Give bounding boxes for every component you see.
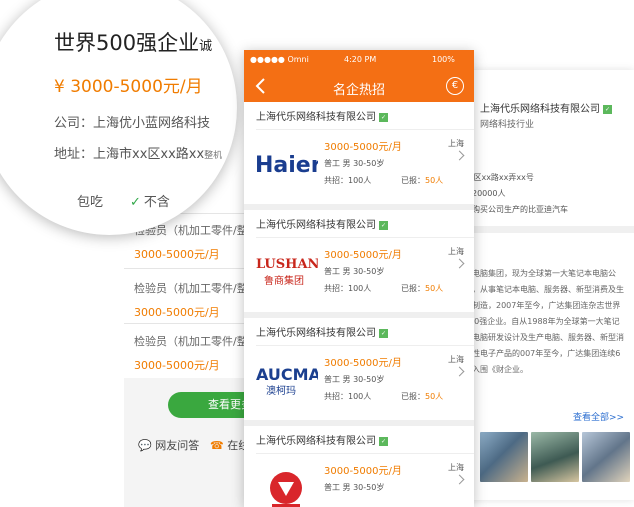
view-all-link[interactable]: 查看全部>> xyxy=(573,410,624,423)
qa-label: 网友问答 xyxy=(155,439,200,452)
job-list-item[interactable]: 检验员（机加工零件/整机 3000-5000元/月 xyxy=(134,280,259,320)
card-company: 上海代乐网络科技有限公司 ✓ xyxy=(256,112,388,123)
company-photos xyxy=(480,432,630,482)
card-recruit: 共招：100人 xyxy=(324,284,372,293)
phone-icon: ☎ xyxy=(210,439,224,452)
clock: 4:20 PM xyxy=(344,55,377,64)
company-industry: 网络科技行业 xyxy=(480,120,535,130)
card-salary: 3000-5000元/月 xyxy=(324,358,402,369)
verified-icon: ✓ xyxy=(379,221,388,230)
svg-text:LUSHANG: LUSHANG xyxy=(256,257,318,272)
company-info-line: 向购买公司生产的比亚迪汽车 xyxy=(464,205,568,214)
card-city: 上海 xyxy=(448,355,464,364)
job-salary-large: ¥ 3000-5000元/月 xyxy=(54,77,203,97)
divider xyxy=(124,323,248,324)
company-photo[interactable] xyxy=(582,432,630,482)
card-meta: 普工 男 30-50岁 xyxy=(324,267,385,276)
job-salary: 3000-5000元/月 xyxy=(134,248,220,261)
emblem-logo xyxy=(270,472,302,507)
card-city: 上海 xyxy=(448,463,464,472)
company-description: 达电脑集团，现为全球第一大笔记本电脑公司，从事笔记本电脑、服务器、新型消费及生产… xyxy=(464,269,624,374)
chevron-right-icon xyxy=(454,150,465,161)
card-applied: 已报：50人 xyxy=(401,284,444,293)
card-company: 上海代乐网络科技有限公司 ✓ xyxy=(256,436,388,447)
card-recruit: 共招：100人 xyxy=(324,176,372,185)
svg-text:鲁商集团: 鲁商集团 xyxy=(264,274,304,287)
card-meta: 普工 男 30-50岁 xyxy=(324,375,385,384)
job-card[interactable]: 上海代乐网络科技有限公司 ✓ 3000-5000元/月 普工 男 30-50岁 上… xyxy=(244,426,474,507)
job-title: 检验员（机加工零件/整机 xyxy=(134,282,259,295)
card-city: 上海 xyxy=(448,139,464,148)
card-meta: 普工 男 30-50岁 xyxy=(324,159,385,168)
nav-bar: 名企热招 € xyxy=(244,70,474,106)
card-meta: 普工 男 30-50岁 xyxy=(324,483,385,492)
qa-link[interactable]: 💬 网友问答 xyxy=(138,437,199,453)
card-salary: 3000-5000元/月 xyxy=(324,250,402,261)
card-recruit: 共招：100人 xyxy=(324,392,372,401)
section-divider xyxy=(464,226,634,233)
food-label: 包吃 xyxy=(77,195,104,210)
card-salary: 3000-5000元/月 xyxy=(324,142,402,153)
card-city: 上海 xyxy=(448,247,464,256)
job-card[interactable]: 上海代乐网络科技有限公司✓ LUSHANG 鲁商集团 3000-5000元/月 普… xyxy=(244,210,474,312)
company-line: 公司：上海优小蓝网络科技 xyxy=(54,116,211,131)
card-applied: 已报：50人 xyxy=(401,392,444,401)
divider xyxy=(124,268,248,269)
magnifier-circle: 世界500强企业诚 ¥ 3000-5000元/月 公司：上海优小蓝网络科技 地址… xyxy=(0,0,237,235)
verified-icon: ✓ xyxy=(603,105,612,114)
divider xyxy=(256,129,474,130)
company-photo[interactable] xyxy=(531,432,579,482)
svg-text:Haier: Haier xyxy=(255,153,318,178)
lushang-logo: LUSHANG 鲁商集团 xyxy=(256,257,318,287)
company-photo[interactable] xyxy=(480,432,528,482)
divider xyxy=(256,453,474,454)
chevron-right-icon xyxy=(454,366,465,377)
card-company: 上海代乐网络科技有限公司 ✓ xyxy=(256,220,388,231)
verified-icon: ✓ xyxy=(379,113,388,122)
check-icon: ✓ xyxy=(130,195,141,210)
company-name: 上海代乐网络科技有限公司 ✓ xyxy=(480,104,612,115)
job-card[interactable]: 上海代乐网络科技有限公司 ✓ Haier 3000-5000元/月 普工 男 30… xyxy=(244,102,474,204)
phone-screen: ●●●●● Omni 4:20 PM 100% 名企热招 € 上海代乐网络科技有… xyxy=(244,50,474,507)
share-icon[interactable]: € xyxy=(446,77,464,95)
job-card[interactable]: 上海代乐网络科技有限公司 ✓ AUCMA 澳柯玛 3000-5000元/月 普工 男… xyxy=(244,318,474,420)
chat-icon: 💬 xyxy=(138,439,152,452)
card-applied: 已报：50人 xyxy=(401,176,444,185)
status-bar: ●●●●● Omni 4:20 PM 100% xyxy=(244,50,474,70)
svg-text:澳柯玛: 澳柯玛 xyxy=(266,384,296,397)
food-value: ✓ 不含 xyxy=(130,195,170,210)
divider xyxy=(256,345,474,346)
card-salary: 3000-5000元/月 xyxy=(324,466,402,477)
job-salary: 3000-5000元/月 xyxy=(134,306,220,319)
job-list-item[interactable]: 检验员（机加工零件/整机 3000-5000元/月 xyxy=(134,333,259,373)
aucma-logo: AUCMA澳柯玛 xyxy=(256,365,318,397)
card-company: 上海代乐网络科技有限公司 ✓ xyxy=(256,328,388,339)
job-salary: 3000-5000元/月 xyxy=(134,359,220,372)
job-title-large: 世界500强企业诚 xyxy=(54,31,213,55)
company-info-line: xx区xx路xx弄xx号 xyxy=(464,173,534,182)
haier-logo: Haier xyxy=(255,153,318,178)
address-line: 地址：上海市xx区xx路xx整机 xyxy=(54,147,223,162)
carrier: ●●●●● Omni xyxy=(250,55,309,64)
battery-level: 100% xyxy=(432,55,455,64)
chevron-right-icon xyxy=(454,474,465,485)
verified-icon: ✓ xyxy=(379,329,388,338)
chevron-right-icon xyxy=(454,258,465,269)
svg-text:AUCMA: AUCMA xyxy=(256,365,318,384)
job-title: 检验员（机加工零件/整机 xyxy=(134,335,259,348)
verified-icon: ✓ xyxy=(379,437,388,446)
page-title: 名企热招 xyxy=(332,83,385,98)
divider xyxy=(256,237,474,238)
